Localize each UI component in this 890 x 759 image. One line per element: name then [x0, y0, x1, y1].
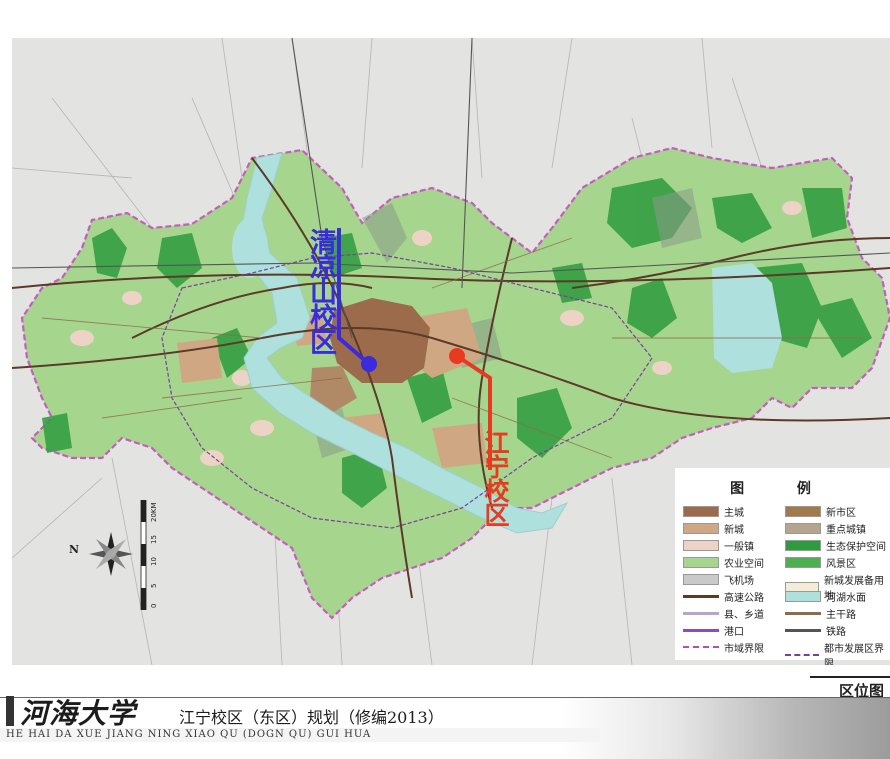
legend-item: 河湖水面 — [785, 589, 866, 604]
legend-item: 主城 — [683, 504, 744, 519]
legend-swatch — [785, 653, 819, 657]
legend-swatch — [785, 506, 821, 517]
scale-label: 5 — [150, 583, 158, 588]
legend-swatch — [683, 629, 719, 632]
legend-label: 主干路 — [826, 610, 856, 621]
legend-item: 重点城镇 — [785, 521, 866, 536]
legend-item: 新城 — [683, 521, 744, 536]
legend-swatch — [785, 523, 821, 534]
campus-photo — [560, 698, 890, 759]
legend-swatch — [683, 523, 719, 534]
qinglongshan-marker — [361, 356, 377, 372]
scale-bar — [140, 499, 148, 611]
legend-label: 铁路 — [826, 627, 846, 638]
legend-item: 港口 — [683, 623, 744, 638]
legend-swatch — [785, 540, 821, 551]
north-arrow-icon: N — [69, 522, 144, 602]
legend-swatch — [683, 506, 719, 517]
legend-label: 生态保护空间 — [826, 542, 886, 553]
legend-swatch — [785, 557, 821, 568]
legend-label: 新城 — [724, 525, 744, 536]
scale-label: 20KM — [150, 502, 158, 522]
legend-item: 一般镇 — [683, 538, 754, 553]
legend-swatch — [683, 612, 719, 615]
legend-label: 县、乡道 — [724, 610, 764, 621]
jiangning-campus-label: 江宁校区 — [481, 430, 510, 526]
scale-label-start: 0 — [150, 603, 158, 608]
legend-label: 主城 — [724, 508, 744, 519]
scale-label: 15 — [150, 535, 158, 544]
legend-swatch — [683, 557, 719, 568]
legend-item: 市域界限 — [683, 640, 764, 655]
legend-swatch — [683, 595, 719, 598]
legend-item: 铁路 — [785, 623, 846, 638]
legend-item: 新市区 — [785, 504, 856, 519]
pinyin-subtitle: HE HAI DA XUE JIANG NING XIAO QU (DOGN Q… — [6, 729, 372, 740]
legend-swatch — [683, 574, 719, 585]
legend-label: 农业空间 — [724, 559, 764, 570]
legend-item: 县、乡道 — [683, 606, 764, 621]
legend-label: 河湖水面 — [826, 593, 866, 604]
legend-item: 生态保护空间 — [785, 538, 886, 553]
scale-label: 10 — [150, 557, 158, 566]
logo-mark-icon — [6, 696, 14, 726]
legend-item: 飞机场 — [683, 572, 754, 587]
legend-label: 重点城镇 — [826, 525, 866, 536]
legend-swatch — [683, 540, 719, 551]
legend-swatch — [683, 646, 719, 649]
legend-swatch — [785, 591, 821, 602]
compass-north-letter: N — [69, 543, 80, 556]
qinglongshan-campus-label: 清凉山校区 — [305, 228, 336, 353]
plan-title: 江宁校区（东区）规划（修编2013） — [179, 708, 444, 727]
legend-item: 高速公路 — [683, 589, 764, 604]
legend-label: 飞机场 — [724, 576, 754, 587]
legend-item: 主干路 — [785, 606, 856, 621]
legend-label: 新市区 — [826, 508, 856, 519]
legend-label: 都市发展区界限 — [823, 644, 884, 665]
legend-item: 都市发展区界限 — [785, 640, 890, 665]
legend-swatch — [785, 629, 821, 632]
jiangning-marker — [449, 348, 465, 364]
legend-title: 图 例 — [730, 481, 835, 497]
university-name: 河海大学 — [20, 697, 137, 730]
legend-label: 市域界限 — [724, 644, 764, 655]
legend-item: 农业空间 — [683, 555, 764, 570]
legend-label: 一般镇 — [724, 542, 754, 553]
legend-swatch — [785, 612, 821, 615]
legend-label: 港口 — [724, 627, 744, 638]
map-panel: 清凉山校区 江宁校区 N 0 5 10 15 20KM 图 例 主城 新市区新城 重… — [12, 38, 890, 665]
legend-label: 风景区 — [826, 559, 856, 570]
legend-item: 风景区 — [785, 555, 856, 570]
legend-label: 高速公路 — [724, 593, 764, 604]
legend: 图 例 主城 新市区 新城 重点城镇 一般镇 生态保护空间 农业空间 风景区 飞机场 新城发展备用… — [675, 468, 890, 665]
